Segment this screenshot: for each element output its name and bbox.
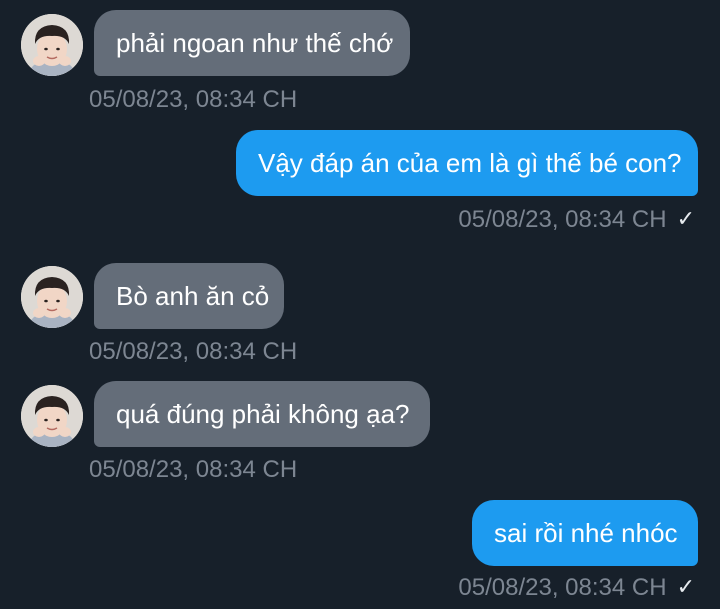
contact-avatar[interactable] bbox=[21, 266, 83, 328]
message-bubble-incoming[interactable]: quá đúng phải không ạa? bbox=[94, 381, 430, 447]
avatar-image bbox=[21, 385, 83, 447]
message-timestamp: 05/08/23, 08:34 CH ✓ bbox=[458, 206, 695, 233]
message-bubble-incoming[interactable]: Bò anh ăn cỏ bbox=[94, 263, 284, 329]
message-timestamp: 05/08/23, 08:34 CH ✓ bbox=[458, 574, 695, 601]
contact-avatar[interactable] bbox=[21, 14, 83, 76]
avatar-image bbox=[21, 266, 83, 328]
check-icon: ✓ bbox=[676, 574, 695, 599]
message-bubble-outgoing[interactable]: Vậy đáp án của em là gì thế bé con? bbox=[236, 130, 698, 196]
message-text: sai rồi nhé nhóc bbox=[494, 518, 678, 548]
message-text: Vậy đáp án của em là gì thế bé con? bbox=[258, 148, 682, 178]
contact-avatar[interactable] bbox=[21, 385, 83, 447]
message-text: Bò anh ăn cỏ bbox=[116, 281, 270, 311]
message-bubble-outgoing[interactable]: sai rồi nhé nhóc bbox=[472, 500, 698, 566]
message-timestamp: 05/08/23, 08:34 CH bbox=[89, 86, 298, 113]
message-timestamp: 05/08/23, 08:34 CH bbox=[89, 456, 298, 483]
check-icon: ✓ bbox=[676, 206, 695, 231]
avatar-image bbox=[21, 14, 83, 76]
message-timestamp: 05/08/23, 08:34 CH bbox=[89, 338, 298, 365]
message-text: phải ngoan như thế chớ bbox=[116, 28, 394, 58]
message-text: quá đúng phải không ạa? bbox=[116, 399, 410, 429]
message-bubble-incoming[interactable]: phải ngoan như thế chớ bbox=[94, 10, 410, 76]
